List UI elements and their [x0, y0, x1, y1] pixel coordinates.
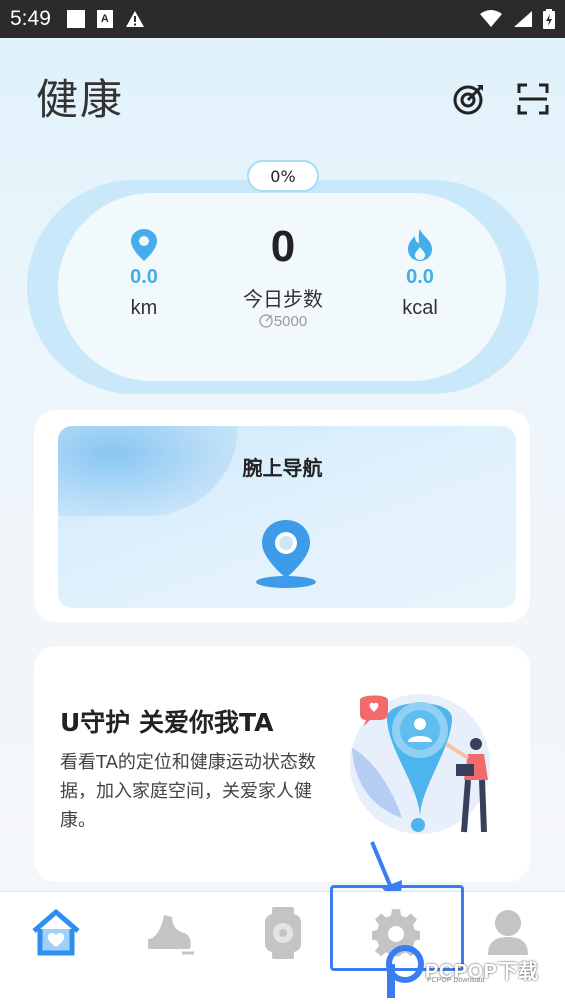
tab-health[interactable] [26, 905, 86, 961]
calorie-value: 0.0 [406, 266, 434, 288]
steps-label: 今日步数 [243, 287, 323, 311]
flame-icon [408, 229, 432, 261]
distance-unit: km [130, 297, 158, 319]
running-shoe-icon [148, 915, 194, 955]
wifi-icon [480, 10, 502, 27]
watch-icon [265, 907, 301, 959]
status-time: 5:49 [10, 7, 51, 30]
family-guard-description: 看看TA的定位和健康运动状态数据，加入家庭空间，关爱家人健康。 [60, 752, 316, 831]
page-title: 健康 [36, 75, 125, 124]
signal-icon [514, 11, 532, 27]
map-pin-icon [256, 520, 316, 588]
distance-stat: 0.0 km [104, 228, 184, 320]
steps-goal: 5000 [233, 313, 333, 330]
battery-icon [543, 9, 555, 29]
family-guard-title: U守护 关爱你我TA [60, 708, 274, 737]
distance-value: 0.0 [130, 266, 158, 288]
steps-goal-value: 5000 [273, 313, 308, 330]
location-pin-icon [131, 229, 157, 261]
home-heart-icon [32, 909, 80, 956]
watermark-subtext: PCPOP Download [427, 977, 485, 984]
steps-value: 0 [270, 222, 296, 271]
notification-a-icon: A [96, 10, 113, 28]
progress-badge: 0% [247, 160, 319, 192]
wrist-navigation-title: 腕上导航 [242, 456, 323, 480]
tab-sport[interactable] [139, 905, 199, 961]
calorie-unit: kcal [402, 297, 438, 319]
notification-square-icon [66, 10, 85, 28]
warning-icon [125, 11, 144, 27]
wrist-navigation-card[interactable] [34, 410, 530, 622]
tab-device[interactable] [253, 905, 313, 961]
status-bar: 5:49 A [0, 0, 565, 38]
scan-icon[interactable] [516, 82, 550, 116]
goal-small-icon [259, 314, 273, 328]
calorie-stat: 0.0 kcal [380, 228, 460, 320]
goal-target-icon[interactable] [452, 82, 486, 116]
family-guard-illustration [350, 694, 490, 834]
